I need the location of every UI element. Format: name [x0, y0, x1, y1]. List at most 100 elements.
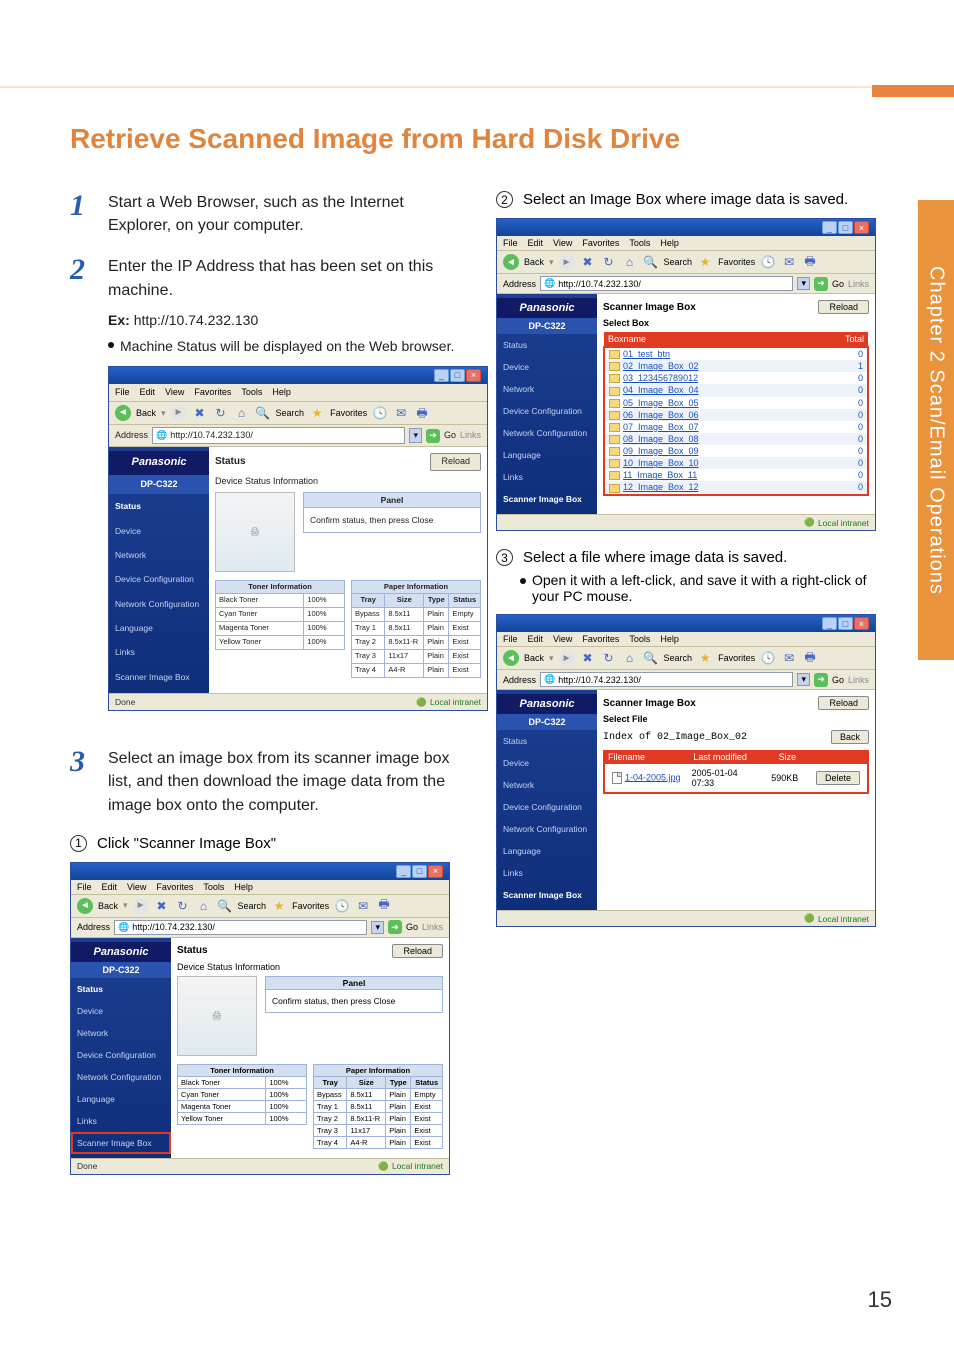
sidebar-item-network[interactable]: Network — [497, 774, 597, 796]
links-label[interactable]: Links — [460, 429, 481, 442]
back-button[interactable]: ◄ — [115, 405, 131, 421]
minimize-button[interactable]: _ — [434, 369, 449, 382]
sidebar-item-language[interactable]: Language — [497, 840, 597, 862]
sidebar-item-links[interactable]: Links — [71, 1110, 171, 1132]
sidebar-item-links[interactable]: Links — [497, 466, 597, 488]
stop-icon[interactable]: ✖ — [580, 254, 596, 270]
sidebar-item-device-config[interactable]: Device Configuration — [497, 796, 597, 818]
sidebar-item-device[interactable]: Device — [71, 1000, 171, 1022]
reload-button[interactable]: Reload — [392, 944, 443, 958]
box-link[interactable]: 02_Image_Box_02 — [623, 361, 699, 371]
browser-menubar[interactable]: FileEditViewFavoritesToolsHelp — [71, 880, 449, 895]
search-icon[interactable]: 🔍 — [217, 898, 233, 914]
sidebar-item-network-config[interactable]: Network Configuration — [109, 592, 209, 616]
box-link[interactable]: 11_Image_Box_11 — [623, 470, 697, 480]
forward-button[interactable]: ► — [133, 898, 149, 914]
home-icon[interactable]: ⌂ — [234, 405, 250, 421]
minimize-button[interactable]: _ — [396, 865, 411, 878]
sidebar-item-status[interactable]: Status — [71, 978, 171, 1000]
box-link[interactable]: 12_Image_Box_12 — [623, 482, 699, 492]
browser-menubar[interactable]: FileEditViewFavoritesToolsHelp — [109, 384, 487, 402]
sidebar-item-network[interactable]: Network — [109, 543, 209, 567]
address-input[interactable]: 🌐http://10.74.232.130/ — [540, 276, 793, 291]
stop-icon[interactable]: ✖ — [192, 405, 208, 421]
sidebar-item-links[interactable]: Links — [109, 640, 209, 664]
mail-icon[interactable]: ✉ — [781, 650, 797, 666]
address-dropdown[interactable]: ▾ — [371, 921, 384, 934]
favorites-icon[interactable]: ★ — [697, 650, 713, 666]
home-icon[interactable]: ⌂ — [622, 650, 638, 666]
box-link[interactable]: 09_Image_Box_09 — [623, 446, 699, 456]
sidebar-item-network-config[interactable]: Network Configuration — [71, 1066, 171, 1088]
minimize-button[interactable]: _ — [822, 617, 837, 630]
close-button[interactable]: × — [466, 369, 481, 382]
box-link[interactable]: 08_Image_Box_08 — [623, 434, 699, 444]
maximize-button[interactable]: □ — [450, 369, 465, 382]
sidebar-item-scanner-box[interactable]: Scanner Image Box — [71, 1132, 171, 1154]
refresh-icon[interactable]: ↻ — [213, 405, 229, 421]
go-button[interactable]: ➜ — [814, 673, 828, 687]
box-link[interactable]: 10_Image_Box_10 — [623, 458, 699, 468]
box-link[interactable]: 06_Image_Box_06 — [623, 410, 699, 420]
history-icon[interactable]: 🕓 — [334, 898, 350, 914]
mail-icon[interactable]: ✉ — [393, 405, 409, 421]
browser-menubar[interactable]: FileEditViewFavoritesToolsHelp — [497, 236, 875, 251]
sidebar-item-language[interactable]: Language — [497, 444, 597, 466]
search-icon[interactable]: 🔍 — [643, 650, 659, 666]
forward-button[interactable]: ► — [559, 254, 575, 270]
sidebar-item-status[interactable]: Status — [497, 334, 597, 356]
reload-button[interactable]: Reload — [818, 696, 869, 710]
history-icon[interactable]: 🕓 — [760, 254, 776, 270]
browser-toolbar[interactable]: ◄Back▾►✖↻⌂🔍Search★Favorites🕓✉🖶 — [497, 647, 875, 670]
back-button[interactable]: ◄ — [77, 898, 93, 914]
address-input[interactable]: 🌐http://10.74.232.130/ — [114, 920, 367, 935]
file-link[interactable]: 1-04-2005.jpg — [625, 772, 681, 782]
favorites-icon[interactable]: ★ — [697, 254, 713, 270]
minimize-button[interactable]: _ — [822, 221, 837, 234]
box-link[interactable]: 07_Image_Box_07 — [623, 422, 699, 432]
refresh-icon[interactable]: ↻ — [175, 898, 191, 914]
sidebar-item-device-config[interactable]: Device Configuration — [71, 1044, 171, 1066]
browser-toolbar[interactable]: ◄ Back ▾ ► ✖ ↻ ⌂ 🔍 Search ★ Favorites — [109, 402, 487, 425]
sidebar-item-device-config[interactable]: Device Configuration — [497, 400, 597, 422]
sidebar-item-device[interactable]: Device — [497, 356, 597, 378]
browser-toolbar[interactable]: ◄Back▾►✖↻⌂🔍Search★Favorites🕓✉🖶 — [497, 251, 875, 274]
browser-menubar[interactable]: FileEditViewFavoritesToolsHelp — [497, 632, 875, 647]
address-dropdown[interactable]: ▾ — [409, 428, 422, 443]
delete-button[interactable]: Delete — [816, 771, 860, 785]
print-icon[interactable]: 🖶 — [802, 650, 818, 666]
go-button[interactable]: ➜ — [814, 277, 828, 291]
box-link[interactable]: 05_Image_Box_05 — [623, 398, 699, 408]
forward-button[interactable]: ► — [171, 405, 187, 421]
close-button[interactable]: × — [854, 617, 869, 630]
favorites-icon[interactable]: ★ — [309, 405, 325, 421]
reload-button[interactable]: Reload — [430, 453, 481, 470]
box-link[interactable]: 03_123456789012 — [623, 373, 698, 383]
back-button[interactable]: ◄ — [503, 650, 519, 666]
address-dropdown[interactable]: ▾ — [797, 277, 810, 290]
address-input[interactable]: 🌐http://10.74.232.130/ — [540, 672, 793, 687]
forward-button[interactable]: ► — [559, 650, 575, 666]
box-link[interactable]: 04_Image_Box_04 — [623, 385, 699, 395]
maximize-button[interactable]: □ — [838, 221, 853, 234]
print-icon[interactable]: 🖶 — [376, 898, 392, 914]
address-dropdown[interactable]: ▾ — [797, 673, 810, 686]
maximize-button[interactable]: □ — [838, 617, 853, 630]
close-button[interactable]: × — [428, 865, 443, 878]
stop-icon[interactable]: ✖ — [154, 898, 170, 914]
refresh-icon[interactable]: ↻ — [601, 254, 617, 270]
sidebar-item-links[interactable]: Links — [497, 862, 597, 884]
sidebar-item-network[interactable]: Network — [497, 378, 597, 400]
sidebar-item-device[interactable]: Device — [497, 752, 597, 774]
history-icon[interactable]: 🕓 — [760, 650, 776, 666]
sidebar-item-device-config[interactable]: Device Configuration — [109, 567, 209, 591]
sidebar-item-scanner-box[interactable]: Scanner Image Box — [109, 665, 209, 689]
history-icon[interactable]: 🕓 — [372, 405, 388, 421]
sidebar-item-language[interactable]: Language — [71, 1088, 171, 1110]
search-icon[interactable]: 🔍 — [643, 254, 659, 270]
sidebar-item-status[interactable]: Status — [109, 494, 209, 518]
mail-icon[interactable]: ✉ — [781, 254, 797, 270]
address-input[interactable]: 🌐 http://10.74.232.130/ — [152, 427, 405, 444]
search-icon[interactable]: 🔍 — [255, 405, 271, 421]
close-button[interactable]: × — [854, 221, 869, 234]
